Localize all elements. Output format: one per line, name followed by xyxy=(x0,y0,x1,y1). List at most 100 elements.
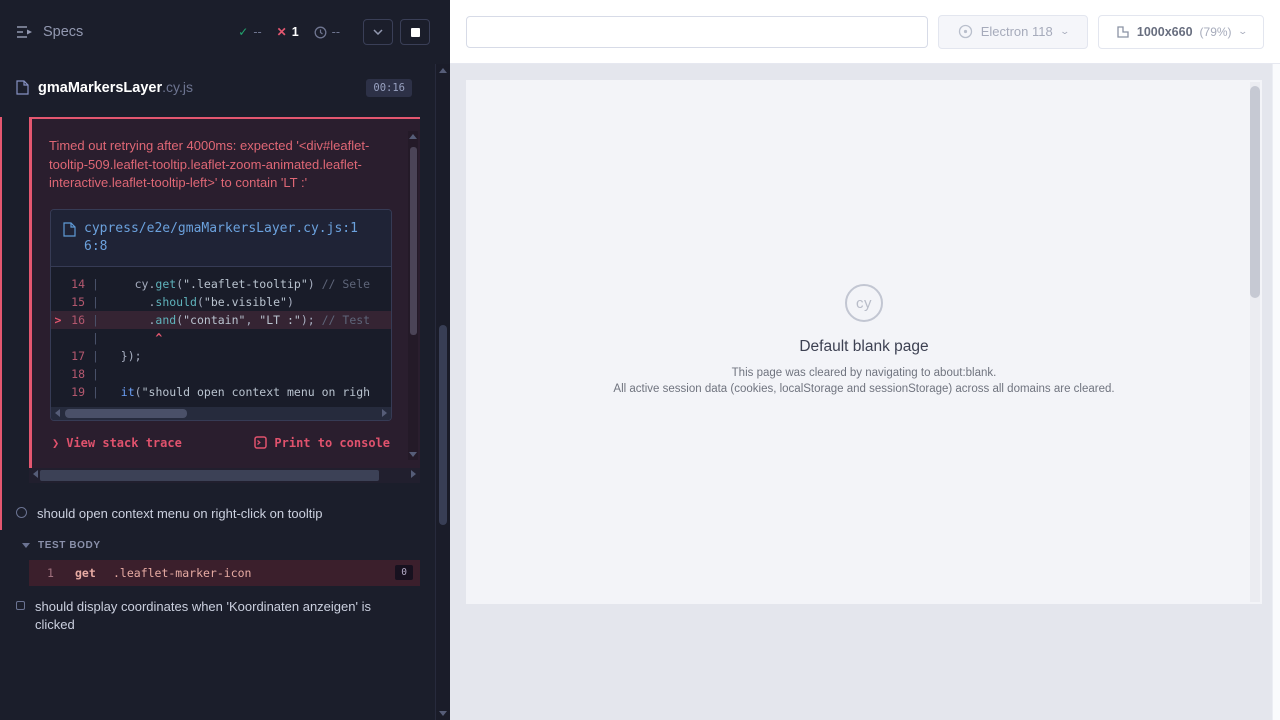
cypress-logo: cy xyxy=(845,284,883,322)
viewport-select[interactable]: 1000x660 (79%) ⌄ xyxy=(1098,15,1264,49)
aut-frame: cy Default blank page This page was clea… xyxy=(466,80,1262,604)
code-lines: 14| cy.get(".leaflet-tooltip") // Sele15… xyxy=(51,267,391,403)
runner-panel: Electron 118 ⌄ 1000x660 (79%) ⌄ cy Defau… xyxy=(450,0,1280,720)
blank-page-title: Default blank page xyxy=(466,338,1262,356)
code-line: 18| xyxy=(51,365,391,383)
error-footer: ❯ View stack trace Print to console xyxy=(49,421,406,460)
browser-select[interactable]: Electron 118 ⌄ xyxy=(938,15,1088,49)
test-list: should open context menu on right-click … xyxy=(0,497,450,642)
code-horizontal-scrollbar[interactable] xyxy=(51,407,391,420)
command-log-row[interactable]: 1 get .leaflet-marker-icon 0 xyxy=(29,560,420,586)
spec-file-icon xyxy=(16,80,29,95)
test-running-icon xyxy=(16,507,27,518)
code-frame-header: cypress/e2e/gmaMarkersLayer.cy.js:16:8 xyxy=(51,210,391,267)
code-file-link[interactable]: cypress/e2e/gmaMarkersLayer.cy.js:16:8 xyxy=(84,220,360,256)
attempt-scrollbar-thumb[interactable] xyxy=(40,470,379,481)
stop-icon xyxy=(411,28,420,37)
stack-chevron-icon: ❯ xyxy=(52,436,59,450)
cypress-reporter: Specs ✓ -- ✕ 1 -- xyxy=(0,0,450,720)
scroll-right-arrow[interactable] xyxy=(411,470,416,478)
test-body-label: TEST BODY xyxy=(38,540,101,551)
blank-page-content: cy Default blank page This page was clea… xyxy=(466,284,1262,395)
command-method: get xyxy=(75,566,113,580)
print-button-label: Print to console xyxy=(274,436,390,450)
scroll-right-arrow[interactable] xyxy=(382,409,387,417)
stat-pending: -- xyxy=(314,25,340,39)
failed-count: 1 xyxy=(292,25,299,39)
stat-failed: ✕ 1 xyxy=(277,25,299,39)
specs-list-icon xyxy=(16,25,33,39)
test-stats: ✓ -- ✕ 1 -- xyxy=(238,25,340,39)
viewport-size: 1000x660 xyxy=(1137,25,1193,39)
reporter-header: Specs ✓ -- ✕ 1 -- xyxy=(0,0,450,64)
code-line: 19| it("should open context menu on righ xyxy=(51,383,391,401)
pending-count: -- xyxy=(332,25,340,39)
error-scrollbar-thumb[interactable] xyxy=(410,147,417,335)
stack-link-label: View stack trace xyxy=(66,436,182,450)
runner-header: Electron 118 ⌄ 1000x660 (79%) ⌄ xyxy=(450,0,1280,64)
chevron-down-icon: ⌄ xyxy=(1237,26,1248,37)
error-attempt-panel: Timed out retrying after 4000ms: expecte… xyxy=(29,117,420,468)
chevron-down-icon: ⌄ xyxy=(1059,26,1070,37)
check-icon: ✓ xyxy=(238,25,248,39)
scroll-up-arrow[interactable] xyxy=(409,134,417,139)
console-icon xyxy=(254,436,267,449)
code-frame: cypress/e2e/gmaMarkersLayer.cy.js:16:8 1… xyxy=(50,209,392,421)
code-line: 14| cy.get(".leaflet-tooltip") // Sele xyxy=(51,275,391,293)
reporter-scrollbar[interactable] xyxy=(435,64,450,720)
command-message: .leaflet-marker-icon xyxy=(113,566,251,580)
scroll-left-arrow[interactable] xyxy=(33,470,38,478)
error-vertical-scrollbar[interactable] xyxy=(408,131,418,460)
command-count-badge: 0 xyxy=(395,565,413,580)
test-item-pending[interactable]: should display coordinates when 'Koordin… xyxy=(0,586,450,642)
viewport-ruler-icon xyxy=(1116,25,1130,39)
spec-duration-badge: 00:16 xyxy=(366,79,412,97)
stop-button[interactable] xyxy=(400,19,430,45)
aut-scrollbar[interactable] xyxy=(1250,82,1260,602)
code-line: 17| }); xyxy=(51,347,391,365)
code-line: | ^ xyxy=(51,329,391,347)
error-message: Timed out retrying after 4000ms: expecte… xyxy=(49,137,406,193)
test-item-running[interactable]: should open context menu on right-click … xyxy=(0,497,450,531)
blank-page-description-2: All active session data (cookies, localS… xyxy=(466,383,1262,395)
test-body-section-header[interactable]: TEST BODY xyxy=(0,531,450,558)
scroll-left-arrow[interactable] xyxy=(55,409,60,417)
attempt-horizontal-scrollbar[interactable] xyxy=(29,468,420,483)
aut-scrollbar-thumb[interactable] xyxy=(1250,86,1260,298)
runner-body: cy Default blank page This page was clea… xyxy=(450,64,1280,720)
code-scrollbar-thumb[interactable] xyxy=(65,409,187,418)
chevron-down-icon xyxy=(373,29,383,35)
blank-page-description-1: This page was cleared by navigating to a… xyxy=(466,367,1262,379)
scroll-down-arrow[interactable] xyxy=(439,711,447,716)
spec-name: gmaMarkersLayer.cy.js xyxy=(38,79,193,97)
print-to-console-button[interactable]: Print to console xyxy=(254,436,390,450)
test-title: should display coordinates when 'Koordin… xyxy=(35,598,387,634)
clock-icon xyxy=(314,26,327,39)
collapse-toggle-button[interactable] xyxy=(363,19,393,45)
x-icon: ✕ xyxy=(277,25,287,39)
window-scrollbar-strip[interactable] xyxy=(1272,64,1280,720)
test-pending-icon xyxy=(16,601,25,610)
code-line: >16| .and("contain", "LT :"); // Test xyxy=(51,311,391,329)
chevron-down-icon xyxy=(22,543,30,548)
view-stack-trace-link[interactable]: ❯ View stack trace xyxy=(52,436,182,450)
specs-menu-button[interactable]: Specs xyxy=(16,24,83,40)
code-line: 15| .should("be.visible") xyxy=(51,293,391,311)
command-number: 1 xyxy=(47,566,75,580)
scroll-up-arrow[interactable] xyxy=(439,68,447,73)
url-input[interactable] xyxy=(466,16,928,48)
spec-name-ext: .cy.js xyxy=(162,79,193,95)
failed-test-indicator-strip xyxy=(0,117,2,530)
spec-name-main: gmaMarkersLayer xyxy=(38,80,162,96)
specs-label: Specs xyxy=(43,24,83,40)
viewport-scale: (79%) xyxy=(1200,25,1232,39)
stat-passed: ✓ -- xyxy=(238,25,261,39)
scroll-down-arrow[interactable] xyxy=(409,452,417,457)
passed-count: -- xyxy=(253,25,261,39)
test-title: should open context menu on right-click … xyxy=(37,505,322,523)
browser-label: Electron 118 xyxy=(981,24,1053,39)
code-file-icon xyxy=(63,222,76,237)
electron-browser-icon xyxy=(958,24,973,39)
reporter-scrollbar-thumb[interactable] xyxy=(439,325,447,525)
spec-header[interactable]: gmaMarkersLayer.cy.js 00:16 xyxy=(0,64,450,111)
